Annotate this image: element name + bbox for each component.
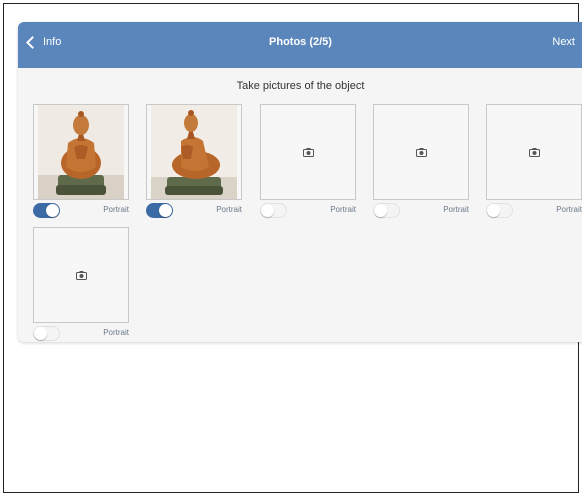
add-photo-button[interactable] — [33, 227, 129, 323]
portrait-toggle[interactable] — [146, 203, 173, 218]
photos-panel: Info Photos (2/5) Next Take pictures of … — [18, 22, 582, 342]
portrait-toggle[interactable] — [33, 203, 60, 218]
photo-slot: Portrait — [486, 104, 582, 218]
nav-bar: Info Photos (2/5) Next — [18, 22, 582, 68]
window-frame: Info Photos (2/5) Next Take pictures of … — [3, 3, 582, 493]
photo-slot: Portrait — [33, 227, 129, 341]
portrait-toggle[interactable] — [260, 203, 287, 218]
portrait-label: Portrait — [443, 205, 469, 214]
photo-tile[interactable] — [146, 104, 242, 200]
photo-slot: Portrait — [260, 104, 356, 218]
camera-icon — [528, 147, 540, 157]
camera-icon — [415, 147, 427, 157]
portrait-toggle[interactable] — [486, 203, 513, 218]
add-photo-button[interactable] — [260, 104, 356, 200]
next-button[interactable]: Next — [552, 36, 575, 48]
portrait-toggle[interactable] — [373, 203, 400, 218]
portrait-label: Portrait — [216, 205, 242, 214]
add-photo-button[interactable] — [486, 104, 582, 200]
portrait-label: Portrait — [103, 328, 129, 337]
portrait-label: Portrait — [103, 205, 129, 214]
portrait-toggle[interactable] — [33, 326, 60, 341]
portrait-label: Portrait — [556, 205, 582, 214]
camera-icon — [75, 270, 87, 280]
add-photo-button[interactable] — [373, 104, 469, 200]
statue-photo — [38, 105, 124, 199]
instruction-text: Take pictures of the object — [236, 80, 365, 92]
photo-tile[interactable] — [33, 104, 129, 200]
photo-slot: Portrait — [373, 104, 469, 218]
photo-slot: Portrait — [33, 104, 129, 218]
statue-photo — [151, 105, 237, 199]
photo-slot: Portrait — [146, 104, 242, 218]
page-title: Photos (2/5) — [269, 36, 332, 48]
portrait-label: Portrait — [330, 205, 356, 214]
camera-icon — [302, 147, 314, 157]
